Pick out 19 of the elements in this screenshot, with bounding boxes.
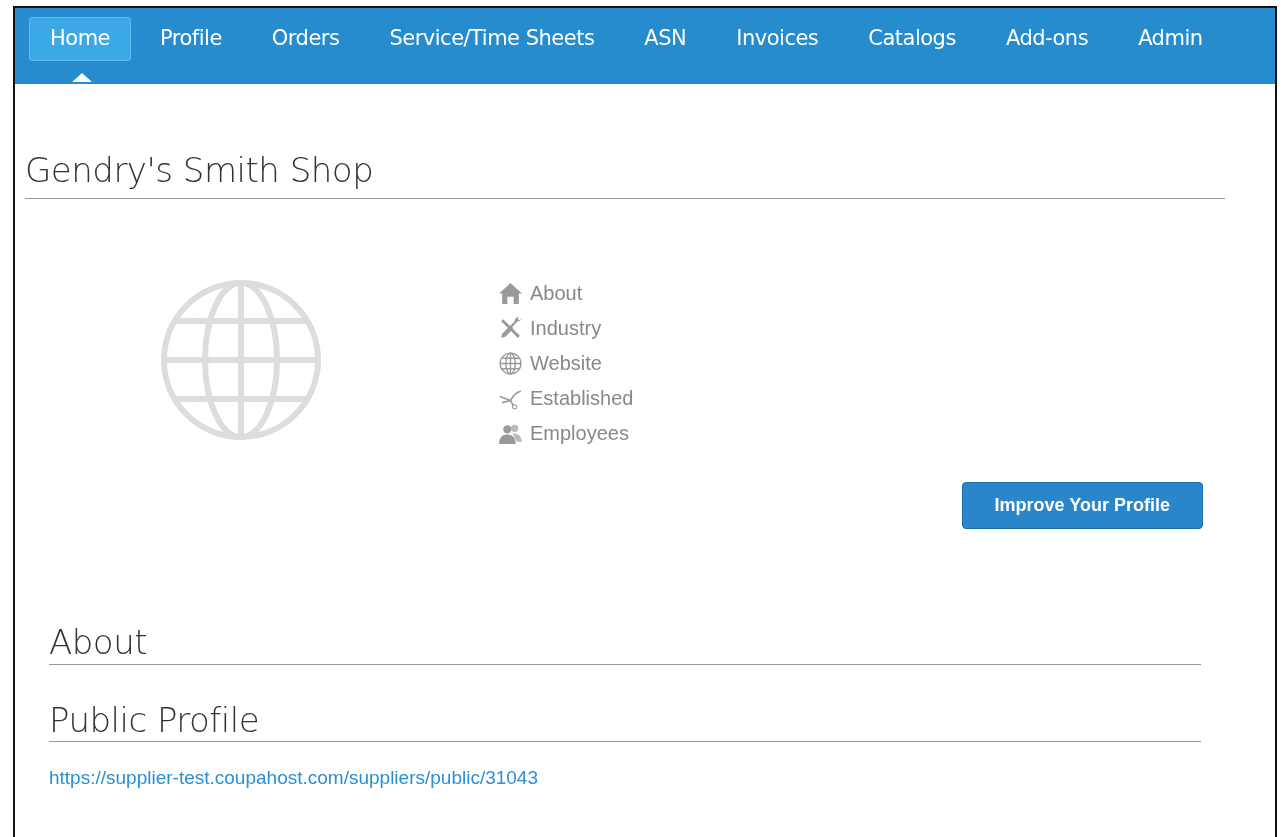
detail-label: Established [530,386,634,411]
detail-label: About [530,281,583,306]
nav-tab[interactable]: ASN [623,17,708,62]
nav-tab[interactable]: Add-ons [984,17,1110,62]
nav-tab[interactable]: Profile [139,17,243,62]
nav-tab[interactable]: Service/Time Sheets [368,17,616,62]
nav-tab[interactable]: Admin [1117,17,1224,62]
nav-tab[interactable]: Catalogs [847,17,977,62]
detail-label: Industry [530,316,602,341]
section-heading: About [49,621,1201,665]
improve-profile-button[interactable]: Improve Your Profile [961,482,1203,529]
section-heading: Public Profile [49,698,1201,742]
detail-label: Website [530,351,602,376]
page-title: Gendry's Smith Shop [25,145,1225,199]
nav-tab[interactable]: Invoices [715,17,840,62]
nav-tab[interactable]: Orders [250,17,361,62]
detail-label: Employees [530,421,629,446]
profile-link[interactable]: https://supplier-test.coupahost.com/suppliers/public/31043 [49,764,538,793]
nav-tab[interactable]: Home [29,17,131,62]
